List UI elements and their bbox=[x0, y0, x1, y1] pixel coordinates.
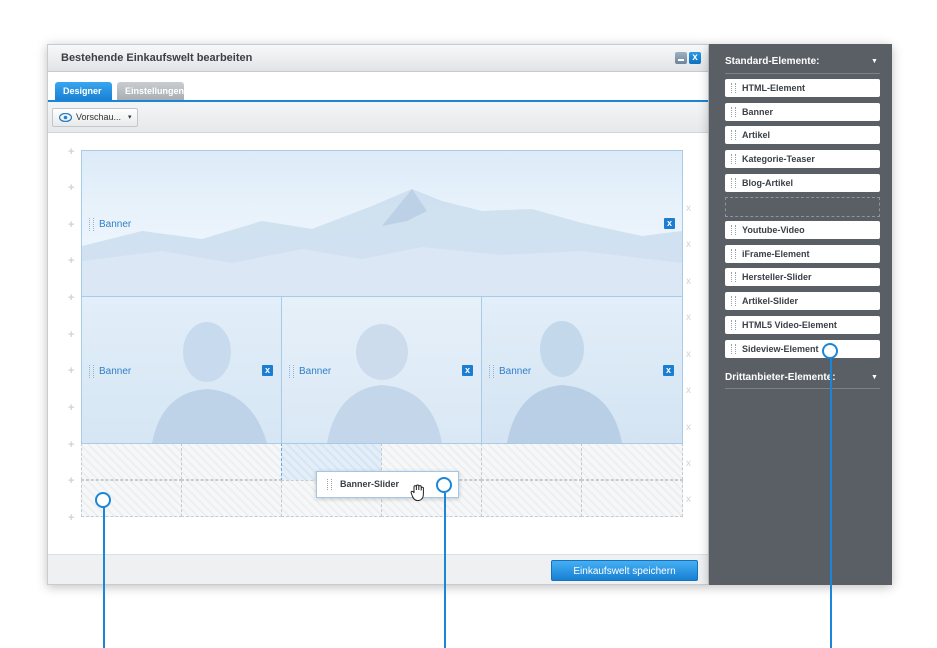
row-add-icon[interactable]: + bbox=[68, 255, 74, 267]
row-add-icon[interactable]: + bbox=[68, 439, 74, 451]
row-remove-icon[interactable]: x bbox=[686, 312, 691, 323]
drag-handle-icon bbox=[327, 479, 332, 490]
chevron-down-icon[interactable]: ▼ bbox=[871, 58, 878, 65]
eye-icon bbox=[59, 113, 72, 122]
sidebar-item-artikel-slider[interactable]: Artikel-Slider bbox=[725, 292, 880, 310]
sidebar-item-youtube-video[interactable]: Youtube-Video bbox=[725, 221, 880, 239]
sidebar-item-artikel[interactable]: Artikel bbox=[725, 126, 880, 144]
sidebar-item-kategorie-teaser[interactable]: Kategorie-Teaser bbox=[725, 150, 880, 168]
grid-cell[interactable] bbox=[181, 443, 282, 480]
tab-strip: Designer Einstellungen bbox=[48, 72, 708, 102]
grid-cell[interactable] bbox=[181, 480, 282, 517]
callout-line bbox=[103, 505, 105, 648]
drag-handle-icon bbox=[731, 296, 736, 306]
row-add-icon[interactable]: + bbox=[68, 512, 74, 524]
chevron-down-icon[interactable]: ▼ bbox=[871, 374, 878, 381]
banner-element[interactable]: Banner x bbox=[81, 150, 683, 297]
drag-handle-icon[interactable] bbox=[489, 365, 494, 378]
row-remove-icon[interactable]: x bbox=[686, 422, 691, 433]
row-add-icon[interactable]: + bbox=[68, 402, 74, 414]
banner-element[interactable]: Banner x bbox=[281, 296, 482, 444]
row-remove-icon[interactable]: x bbox=[686, 349, 691, 360]
preview-label: Vorschau... bbox=[76, 112, 122, 122]
minimize-icon bbox=[678, 59, 684, 61]
banner-label: Banner bbox=[89, 218, 131, 231]
banner-element[interactable]: Banner x bbox=[481, 296, 683, 444]
sidebar-drop-placeholder bbox=[725, 197, 880, 217]
grid-cell[interactable] bbox=[581, 443, 683, 480]
drag-handle-icon bbox=[731, 154, 736, 164]
third-party-elements-header[interactable]: Drittanbieter-Elemente: bbox=[725, 372, 836, 383]
banner-element[interactable]: Banner x bbox=[81, 296, 282, 444]
sidebar-item-blog-artikel[interactable]: Blog-Artikel bbox=[725, 174, 880, 192]
drag-handle-icon bbox=[731, 225, 736, 235]
banner-label: Banner bbox=[289, 365, 331, 378]
drag-handle-icon[interactable] bbox=[89, 218, 94, 231]
row-remove-icon[interactable]: x bbox=[686, 494, 691, 505]
grid-cell[interactable] bbox=[481, 443, 582, 480]
row-add-icon[interactable]: + bbox=[68, 329, 74, 341]
drag-handle-icon bbox=[731, 320, 736, 330]
callout-circle bbox=[822, 343, 838, 359]
minimize-button[interactable] bbox=[675, 52, 687, 64]
row-remove-icon[interactable]: x bbox=[686, 203, 691, 214]
row-remove-icon[interactable]: x bbox=[686, 276, 691, 287]
save-button[interactable]: Einkaufswelt speichern bbox=[551, 560, 698, 581]
standard-elements-header[interactable]: Standard-Elemente: bbox=[725, 56, 819, 67]
designer-toolbar: Vorschau... ▾ bbox=[48, 102, 708, 133]
grid-cell[interactable] bbox=[81, 443, 182, 480]
drag-handle-icon bbox=[731, 178, 736, 188]
grab-cursor-icon bbox=[410, 484, 424, 501]
mountain-image bbox=[82, 189, 682, 296]
divider bbox=[725, 388, 880, 389]
sidebar-item-iframe-element[interactable]: iFrame-Element bbox=[725, 245, 880, 263]
drag-handle-icon[interactable] bbox=[289, 365, 294, 378]
row-add-icon[interactable]: + bbox=[68, 475, 74, 487]
row-remove-icon[interactable]: x bbox=[686, 239, 691, 250]
callout-circle bbox=[436, 477, 452, 493]
row-add-icon[interactable]: + bbox=[68, 292, 74, 304]
divider bbox=[725, 73, 880, 74]
sidebar-item-banner[interactable]: Banner bbox=[725, 103, 880, 121]
drag-handle-icon bbox=[731, 272, 736, 282]
row-add-icon[interactable]: + bbox=[68, 219, 74, 231]
preview-button[interactable]: Vorschau... ▾ bbox=[52, 108, 138, 127]
window-titlebar[interactable]: Bestehende Einkaufswelt bearbeiten x bbox=[48, 45, 708, 72]
sidebar-item-html5-video-element[interactable]: HTML5 Video-Element bbox=[725, 316, 880, 334]
chevron-down-icon: ▾ bbox=[128, 114, 132, 121]
row-add-icon[interactable]: + bbox=[68, 365, 74, 377]
row-add-icon[interactable]: + bbox=[68, 182, 74, 194]
row-add-icon[interactable]: + bbox=[68, 146, 74, 158]
close-button[interactable]: x bbox=[689, 52, 701, 64]
drag-handle-icon bbox=[731, 83, 736, 93]
sidebar-item-sideview-element[interactable]: Sideview-Element bbox=[725, 340, 880, 358]
element-sidebar: Standard-Elemente: ▼ HTML-Element Banner… bbox=[709, 44, 892, 585]
grid-cell[interactable] bbox=[481, 480, 582, 517]
banner-label: Banner bbox=[89, 365, 131, 378]
callout-circle bbox=[95, 492, 111, 508]
remove-banner-button[interactable]: x bbox=[462, 365, 473, 376]
tab-einstellungen[interactable]: Einstellungen bbox=[117, 82, 184, 100]
dragging-element-label: Banner-Slider bbox=[340, 479, 400, 489]
remove-banner-button[interactable]: x bbox=[262, 365, 273, 376]
sidebar-item-hersteller-slider[interactable]: Hersteller-Slider bbox=[725, 268, 880, 286]
row-remove-icon[interactable]: x bbox=[686, 458, 691, 469]
callout-line bbox=[830, 357, 832, 648]
drag-handle-icon bbox=[731, 130, 736, 140]
remove-banner-button[interactable]: x bbox=[664, 218, 675, 229]
drag-handle-icon bbox=[731, 344, 736, 354]
tab-designer[interactable]: Designer bbox=[55, 82, 112, 100]
sidebar-item-html-element[interactable]: HTML-Element bbox=[725, 79, 880, 97]
drag-handle-icon bbox=[731, 107, 736, 117]
banner-label: Banner bbox=[489, 365, 531, 378]
grid-cell[interactable] bbox=[581, 480, 683, 517]
window-footer: Einkaufswelt speichern bbox=[48, 554, 708, 584]
drag-handle-icon[interactable] bbox=[89, 365, 94, 378]
drag-handle-icon bbox=[731, 249, 736, 259]
row-remove-icon[interactable]: x bbox=[686, 385, 691, 396]
callout-line bbox=[444, 493, 446, 648]
remove-banner-button[interactable]: x bbox=[663, 365, 674, 376]
window-title: Bestehende Einkaufswelt bearbeiten bbox=[61, 52, 253, 64]
